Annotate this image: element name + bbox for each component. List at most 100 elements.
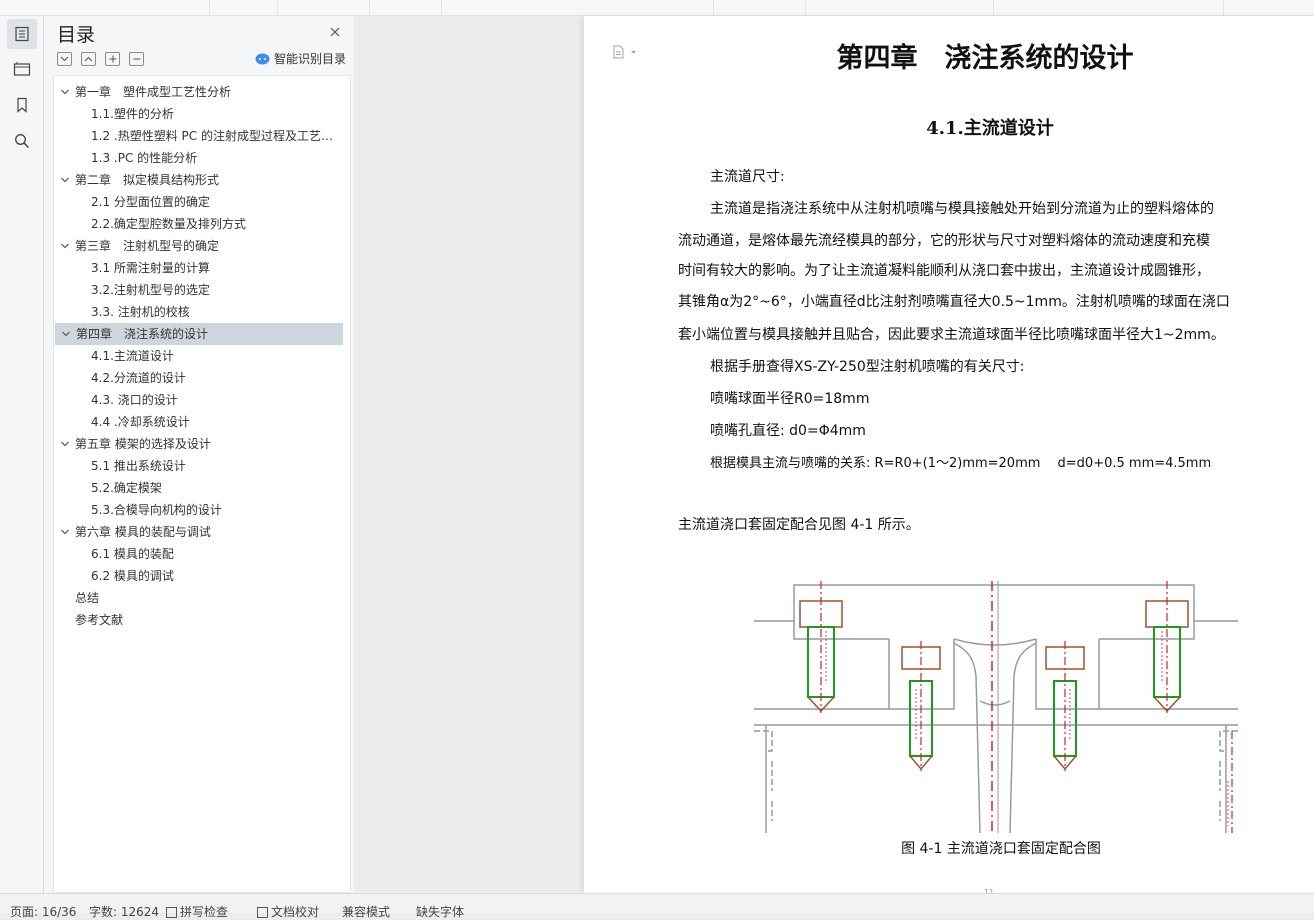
- toc-item-label: 第五章 模架的选择及设计: [75, 437, 211, 451]
- paragraph-line: 主流道是指浇注系统中从注射机喷嘴与模具接触处开始到分流道为止的塑料熔体的: [710, 201, 1214, 217]
- toc-item-label: 1.1.塑件的分析: [91, 107, 174, 121]
- smart-toc-button[interactable]: 智能识别目录: [255, 50, 346, 67]
- proofread-toggle[interactable]: 文档校对: [257, 903, 319, 920]
- chevron-down-icon[interactable]: [60, 175, 70, 185]
- chevron-down-icon[interactable]: [60, 87, 70, 97]
- chapter-title: 第四章 浇注系统的设计: [836, 43, 1134, 74]
- document-page: 第四章 浇注系统的设计 4.1.主流道设计 主流道尺寸: 主流道是指浇注系统中从…: [584, 16, 1314, 897]
- toc-item-label: 参考文献: [75, 613, 124, 627]
- toc-item-label: 3.3. 注射机的校核: [91, 305, 190, 319]
- toc-item-label: 总结: [75, 591, 100, 605]
- toc-section-item[interactable]: 4.4 .冷却系统设计: [54, 411, 350, 433]
- toc-item-label: 4.4 .冷却系统设计: [91, 415, 190, 429]
- toc-item-label: 5.2.确定模架: [91, 481, 162, 495]
- compat-mode[interactable]: 兼容模式: [342, 903, 390, 920]
- close-icon[interactable]: [328, 24, 342, 38]
- paragraph-line: 其锥角α为2°~6°，小端直径d比注射剂喷嘴直径大0.5~1mm。注射机喷嘴的球…: [678, 294, 1230, 310]
- toc-chapter-item[interactable]: 第二章 拟定模具结构形式: [54, 169, 350, 191]
- remove-item-icon[interactable]: [129, 52, 144, 66]
- toc-item-label: 6.1 模具的装配: [91, 547, 174, 561]
- figure-caption: 图 4-1 主流道浇口套固定配合图: [901, 841, 1101, 857]
- toc-section-item[interactable]: 2.2.确定型腔数量及排列方式: [54, 213, 350, 235]
- toc-list: 第一章 塑件成型工艺性分析 1.1.塑件的分析 1.2 .热塑性塑料 PC 的注射成…: [53, 75, 351, 893]
- bookmark-icon[interactable]: [7, 90, 37, 120]
- paragraph-line: 喷嘴孔直径: d0=Φ4mm: [710, 423, 866, 439]
- spell-check-toggle[interactable]: 拼写检查: [166, 903, 228, 920]
- toc-section-item[interactable]: 5.2.确定模架: [54, 477, 350, 499]
- toc-item[interactable]: 参考文献: [54, 609, 350, 631]
- toc-item-label: 5.1 推出系统设计: [91, 459, 186, 473]
- toc-item-label: 第二章 拟定模具结构形式: [75, 173, 220, 187]
- paragraph-line: 主流道尺寸:: [710, 169, 785, 185]
- toc-section-item[interactable]: 6.2 模具的调试: [54, 565, 350, 587]
- toc-chapter-item[interactable]: 第四章 浇注系统的设计: [55, 323, 343, 345]
- search-icon[interactable]: [7, 126, 37, 156]
- toc-item-label: 第四章 浇注系统的设计: [76, 327, 209, 341]
- smart-toc-label: 智能识别目录: [274, 52, 347, 66]
- toc-item-label: 5.3.合模导向机构的设计: [91, 503, 222, 517]
- paragraph-line: 套小端位置与模具接触并且贴合，因此要求主流道球面半径比喷嘴球面半径大1~2mm。: [678, 327, 1225, 343]
- paragraph-line: 喷嘴球面半径R0=18mm: [710, 391, 870, 407]
- toc-panel-icon[interactable]: [7, 19, 37, 49]
- toc-section-item[interactable]: 2.1 分型面位置的确定: [54, 191, 350, 213]
- toc-section-item[interactable]: 3.1 所需注射量的计算: [54, 257, 350, 279]
- toc-section-item[interactable]: 3.2.注射机型号的选定: [54, 279, 350, 301]
- cloud-ai-icon: [255, 53, 270, 65]
- chevron-down-icon[interactable]: [61, 329, 71, 339]
- toc-item-label: 4.2.分流道的设计: [91, 371, 186, 385]
- toc-panel: 目录 智能识别目录 第一章 塑件成型工艺性分析 1.1.塑件的分析 1.2 .热塑性…: [44, 16, 354, 893]
- paragraph-line: 流动通道，是熔体最先流经模具的部分，它的形状与尺寸对塑料熔体的流动速度和充模: [678, 233, 1210, 249]
- chevron-down-icon[interactable]: [60, 241, 70, 251]
- toc-item-label: 4.1.主流道设计: [91, 349, 174, 363]
- toc-item-label: 4.3. 浇口的设计: [91, 393, 178, 407]
- toc-chapter-item[interactable]: 第六章 模具的装配与调试: [54, 521, 350, 543]
- toc-chapter-item[interactable]: 第五章 模架的选择及设计: [54, 433, 350, 455]
- toc-item-label: 3.1 所需注射量的计算: [91, 261, 210, 275]
- page-indicator[interactable]: 页面: 16/36: [10, 903, 76, 920]
- toc-item-label: 2.2.确定型腔数量及排列方式: [91, 217, 246, 231]
- toc-toolbar: [57, 52, 144, 66]
- toc-section-item[interactable]: 4.1.主流道设计: [54, 345, 350, 367]
- toc-section-item[interactable]: 5.3.合模导向机构的设计: [54, 499, 350, 521]
- toc-section-item[interactable]: 4.3. 浇口的设计: [54, 389, 350, 411]
- chevron-down-icon[interactable]: [60, 527, 70, 537]
- toc-chapter-item[interactable]: 第一章 塑件成型工艺性分析: [54, 81, 350, 103]
- toc-item[interactable]: 总结: [54, 587, 350, 609]
- missing-font-label: 缺失字体: [416, 905, 465, 919]
- top-toolbar-strip: [0, 0, 1314, 16]
- word-count[interactable]: 字数: 12624: [89, 903, 159, 920]
- toc-title: 目录: [57, 24, 96, 46]
- paragraph-line: 根据模具主流与喷嘴的关系: R=R0+(1～2)mm=20mm d=d0+0.5…: [710, 456, 1212, 471]
- toc-section-item[interactable]: 5.1 推出系统设计: [54, 455, 350, 477]
- spell-check-label: 拼写检查: [180, 905, 229, 919]
- toc-section-item[interactable]: 3.3. 注射机的校核: [54, 301, 350, 323]
- toc-item-label: 第三章 注射机型号的确定: [75, 239, 220, 253]
- side-rail: [0, 16, 44, 893]
- proofread-label: 文档校对: [271, 905, 320, 919]
- expand-up-icon[interactable]: [81, 52, 96, 66]
- section-title: 4.1.主流道设计: [926, 118, 1054, 139]
- toc-item-label: 第六章 模具的装配与调试: [75, 525, 211, 539]
- missing-font-button[interactable]: 缺失字体: [416, 903, 464, 920]
- toc-item-label: 第一章 塑件成型工艺性分析: [75, 85, 232, 99]
- status-bar: 页面: 16/36 字数: 12624 拼写检查 文档校对 兼容模式 缺失字体: [0, 893, 1314, 919]
- toc-item-label: 1.2 .热塑性塑料 PC 的注射成型过程及工艺参数: [91, 129, 341, 143]
- toc-item-label: 3.2.注射机型号的选定: [91, 283, 210, 297]
- toc-item-label: 6.2 模具的调试: [91, 569, 174, 583]
- toc-chapter-item[interactable]: 第三章 注射机型号的确定: [54, 235, 350, 257]
- toc-section-item[interactable]: 1.1.塑件的分析: [54, 103, 350, 125]
- toc-item-label: 2.1 分型面位置的确定: [91, 195, 210, 209]
- paragraph-line: 主流道浇口套固定配合见图 4-1 所示。: [678, 517, 920, 533]
- toc-item-label: 1.3 .PC 的性能分析: [91, 151, 198, 165]
- navigation-pane-icon[interactable]: [7, 54, 37, 84]
- add-item-icon[interactable]: [105, 52, 120, 66]
- toc-section-item[interactable]: 6.1 模具的装配: [54, 543, 350, 565]
- engineering-drawing-figure: [754, 581, 1238, 833]
- toc-section-item[interactable]: 1.2 .热塑性塑料 PC 的注射成型过程及工艺参数: [54, 125, 350, 147]
- toc-section-item[interactable]: 4.2.分流道的设计: [54, 367, 350, 389]
- paragraph-line: 根据手册查得XS-ZY-250型注射机喷嘴的有关尺寸:: [710, 359, 1025, 375]
- chevron-down-icon[interactable]: [60, 439, 70, 449]
- toc-section-item[interactable]: 1.3 .PC 的性能分析: [54, 147, 350, 169]
- paragraph-line: 时间有较大的影响。为了让主流道凝料能顺利从浇口套中拔出，主流道设计成圆锥形，: [678, 263, 1210, 279]
- collapse-all-icon[interactable]: [57, 52, 72, 66]
